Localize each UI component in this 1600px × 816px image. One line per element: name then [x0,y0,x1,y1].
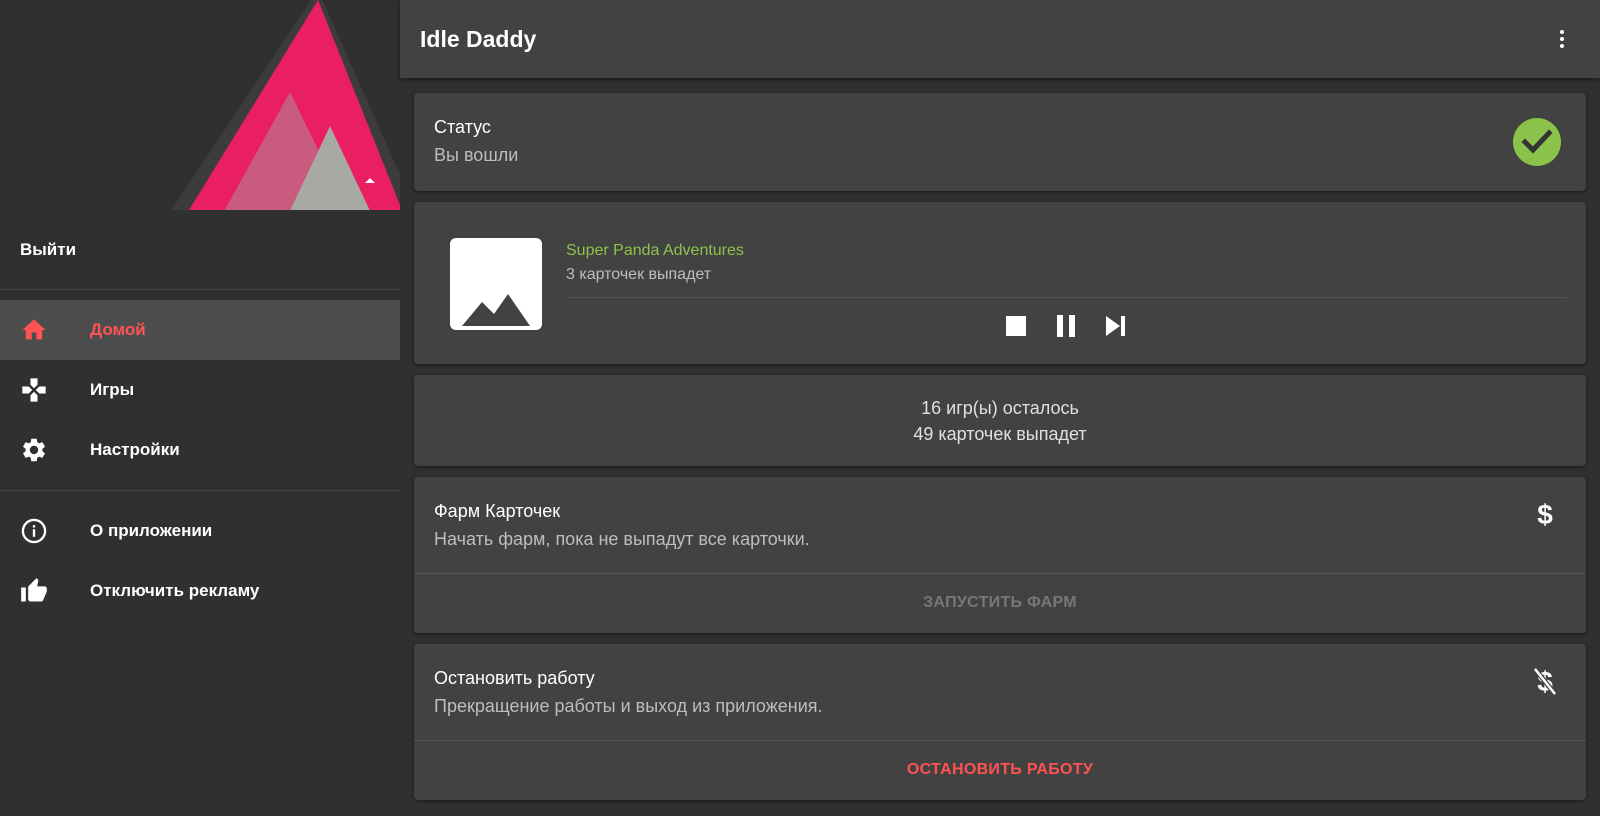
nav-group-secondary: О приложении Отключить рекламу [0,491,400,631]
stop-description: Прекращение работы и выход из приложения… [434,696,823,716]
skip-next-button[interactable] [1100,310,1132,342]
skip-next-icon [1106,316,1125,336]
more-vert-icon [1560,30,1564,48]
dollar-off-icon: $ [1533,666,1557,696]
game-thumbnail[interactable] [450,238,542,330]
main-content: Idle Daddy Статус Вы вошли Super Panda A… [400,0,1600,816]
navigation-drawer: Выйти Домой Игры Настройки О приложении … [0,0,400,816]
info-icon [21,518,47,544]
logout-label: Выйти [20,239,77,259]
stop-card-content: Остановить работу Прекращение работы и в… [414,644,1586,741]
current-game-card: Super Panda Adventures 3 карточек выпаде… [414,202,1586,364]
drawer-header [0,0,400,210]
check-circle-icon [1513,118,1561,166]
start-farm-button[interactable]: ЗАПУСТИТЬ ФАРМ [414,574,1586,632]
nav-item-games[interactable]: Игры [0,360,400,420]
stop-title: Остановить работу [434,668,595,688]
status-card: Статус Вы вошли [414,93,1586,191]
farm-card: Фарм Карточек Начать фарм, пока не выпад… [414,477,1586,633]
thumb-up-icon [21,578,47,602]
stop-button[interactable] [1000,310,1032,342]
nav-item-label: Игры [90,380,135,399]
image-placeholder-icon [462,294,530,326]
cards-left-text: 49 карточек выпадет [913,423,1087,444]
app-root: Выйти Домой Игры Настройки О приложении … [0,0,1600,816]
nav-group-primary: Домой Игры Настройки [0,290,400,491]
farm-description: Начать фарм, пока не выпадут все карточк… [434,529,810,549]
app-toolbar: Idle Daddy [400,0,1600,78]
pause-button[interactable] [1050,310,1082,342]
game-controls [566,310,1566,342]
nav-item-home[interactable]: Домой [0,300,400,360]
farm-card-content: Фарм Карточек Начать фарм, пока не выпад… [414,477,1586,574]
arrow-up-icon [365,178,375,183]
nav-item-label: Настройки [90,440,180,459]
home-icon [22,319,46,340]
stop-icon [1006,316,1026,336]
divider [566,297,1566,298]
status-title: Статус [434,117,491,137]
svg-text:$: $ [1537,499,1553,529]
status-value: Вы вошли [434,145,519,165]
app-logo [171,0,400,210]
games-left-text: 16 игр(ы) осталось [921,397,1079,418]
app-title: Idle Daddy [420,25,537,52]
account-toggle-button[interactable] [364,176,388,196]
farm-title: Фарм Карточек [434,501,561,521]
nav-item-settings[interactable]: Настройки [0,420,400,480]
game-info: Super Panda Adventures 3 карточек выпаде… [566,242,1566,284]
nav-item-about[interactable]: О приложении [0,501,400,561]
overflow-menu-button[interactable] [1544,21,1580,57]
logout-item[interactable]: Выйти [0,210,400,290]
card-list: Статус Вы вошли Super Panda Adventures 3… [414,93,1586,811]
settings-icon [23,438,45,462]
pause-icon [1057,315,1075,337]
dollar-icon: $ [1537,499,1553,529]
nav-item-label: Отключить рекламу [90,581,260,600]
stop-work-button[interactable]: ОСТАНОВИТЬ РАБОТУ [414,741,1586,799]
stop-card: Остановить работу Прекращение работы и в… [414,644,1586,800]
nav-item-label: Домой [90,320,146,339]
game-drops: 3 карточек выпадет [566,266,712,283]
game-name[interactable]: Super Panda Adventures [566,242,1566,260]
nav-item-label: О приложении [90,521,213,540]
gamepad-icon [22,378,46,402]
nav-item-remove-ads[interactable]: Отключить рекламу [0,561,400,621]
summary-card: 16 игр(ы) осталось 49 карточек выпадет [414,375,1586,466]
